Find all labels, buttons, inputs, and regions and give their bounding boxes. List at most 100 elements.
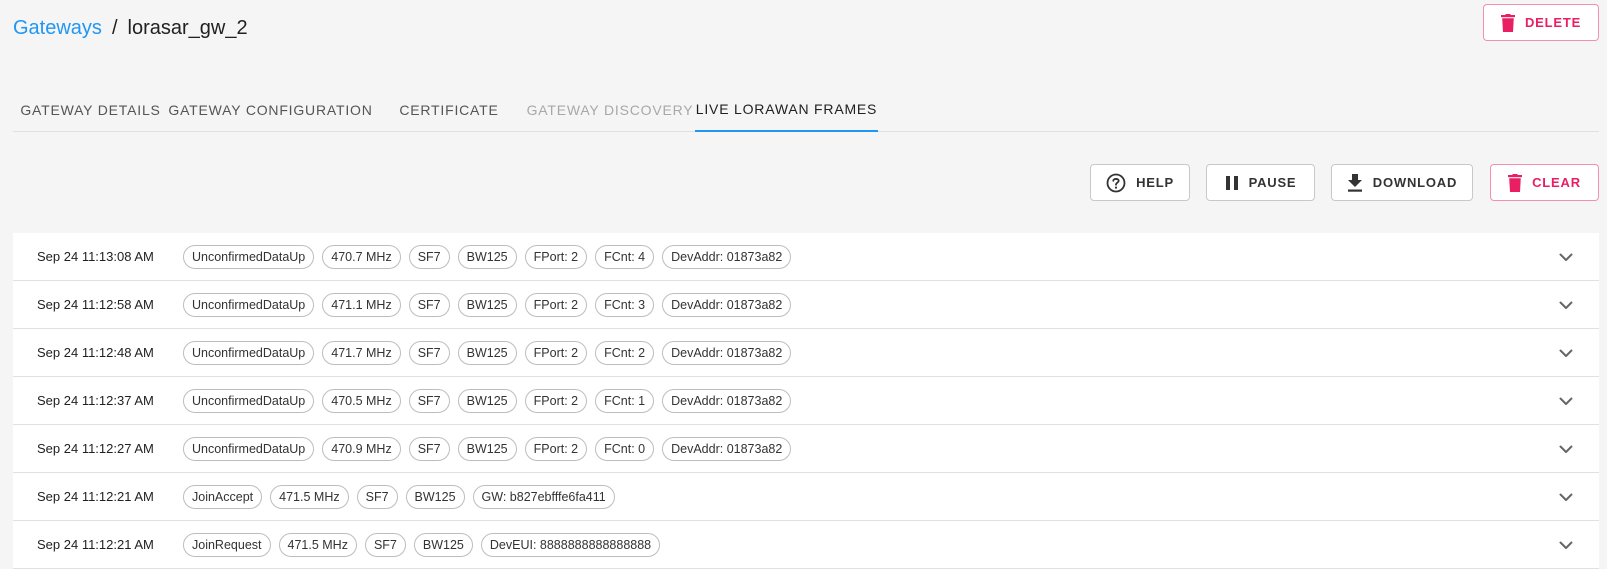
frame-chip: BW125 [405, 484, 465, 509]
delete-button-label: DELETE [1524, 15, 1582, 30]
delete-gateway-button[interactable]: DELETE [1483, 4, 1599, 41]
frame-chip: UnconfirmedDataUp [183, 340, 315, 365]
frame-row[interactable]: Sep 24 11:12:48 AM UnconfirmedDataUp 471.7… [13, 329, 1599, 377]
frames-list: Sep 24 11:13:08 AM UnconfirmedDataUp 470.7… [13, 233, 1599, 569]
frame-row[interactable]: Sep 24 11:12:27 AM UnconfirmedDataUp 470.9… [13, 425, 1599, 473]
chevron-down-icon [1559, 493, 1573, 501]
tab-gateway-discovery: GATEWAY DISCOVERY [525, 88, 695, 132]
frame-chip: SF7 [408, 244, 450, 269]
expand-row-button[interactable] [1555, 486, 1577, 508]
frame-chip: FPort: 2 [524, 340, 588, 365]
frame-chip: UnconfirmedDataUp [183, 292, 315, 317]
frame-chip: SF7 [408, 340, 450, 365]
frame-chip: FCnt: 0 [595, 436, 655, 461]
breadcrumb-separator: / [111, 17, 118, 39]
tab-gateway-details[interactable]: GATEWAY DETAILS [13, 88, 168, 132]
frame-row[interactable]: Sep 24 11:12:21 AM JoinAccept 471.5 MHz SF7… [13, 473, 1599, 521]
frame-chip: 471.5 MHz [270, 484, 349, 509]
page-title: lorasar_gw_2 [127, 17, 248, 39]
frame-row[interactable]: Sep 24 11:12:37 AM UnconfirmedDataUp 470.5… [13, 377, 1599, 425]
tab-label: CERTIFICATE [399, 102, 499, 118]
tab-label: GATEWAY DETAILS [20, 102, 161, 118]
tab-label: GATEWAY DISCOVERY [526, 102, 694, 118]
frame-chip: FPort: 2 [524, 388, 588, 413]
frame-chip: UnconfirmedDataUp [183, 388, 315, 413]
frame-timestamp: Sep 24 11:12:21 AM [37, 489, 154, 504]
frame-timestamp: Sep 24 11:12:58 AM [37, 297, 154, 312]
pause-button-label: PAUSE [1248, 175, 1297, 190]
expand-row-button[interactable] [1555, 294, 1577, 316]
frame-timestamp: Sep 24 11:12:37 AM [37, 393, 154, 408]
frame-chip: SF7 [408, 292, 450, 317]
tab-certificate[interactable]: CERTIFICATE [373, 88, 525, 132]
frame-chip: FCnt: 2 [595, 340, 655, 365]
expand-row-button[interactable] [1555, 342, 1577, 364]
frame-chip: SF7 [408, 388, 450, 413]
frame-chip: 471.5 MHz [278, 532, 357, 557]
frame-chip: FCnt: 1 [595, 388, 655, 413]
trash-icon [1500, 13, 1515, 32]
gateway-live-frames-page: Gateways / lorasar_gw_2 DELETE GATEWAY D… [0, 0, 1607, 569]
clear-button-label: CLEAR [1532, 175, 1581, 190]
trash-icon [1508, 173, 1523, 192]
tab-live-lorawan-frames[interactable]: LIVE LORAWAN FRAMES [695, 88, 878, 132]
frame-chip: DevEUI: 8888888888888888 [480, 532, 661, 557]
frame-chip: SF7 [356, 484, 398, 509]
frame-chip: UnconfirmedDataUp [183, 436, 315, 461]
frame-chip: FPort: 2 [524, 436, 588, 461]
frame-chip: JoinRequest [183, 532, 271, 557]
frame-chip: SF7 [364, 532, 406, 557]
frame-row[interactable]: Sep 24 11:12:58 AM UnconfirmedDataUp 471.1… [13, 281, 1599, 329]
frame-chip: DevAddr: 01873a82 [662, 340, 792, 365]
frame-chips: UnconfirmedDataUp 470.7 MHz SF7 BW125 FPort:… [183, 244, 792, 269]
frame-chip: 470.7 MHz [322, 244, 401, 269]
pause-button[interactable]: PAUSE [1206, 164, 1315, 201]
pause-icon [1225, 175, 1238, 190]
help-button[interactable]: HELP [1090, 164, 1190, 201]
download-button[interactable]: DOWNLOAD [1331, 164, 1473, 201]
frame-chip: BW125 [457, 388, 517, 413]
frame-chip: FPort: 2 [524, 244, 588, 269]
frame-chip: DevAddr: 01873a82 [662, 388, 792, 413]
breadcrumb: Gateways / lorasar_gw_2 [13, 14, 248, 42]
tab-label: GATEWAY CONFIGURATION [168, 102, 373, 118]
download-button-label: DOWNLOAD [1372, 175, 1458, 190]
frame-chip: JoinAccept [183, 484, 263, 509]
frame-chip: BW125 [457, 292, 517, 317]
chevron-down-icon [1559, 349, 1573, 357]
expand-row-button[interactable] [1555, 438, 1577, 460]
frame-chip: 471.7 MHz [322, 340, 401, 365]
gateway-tabs: GATEWAY DETAILS GATEWAY CONFIGURATION CE… [13, 88, 1599, 132]
frame-timestamp: Sep 24 11:13:08 AM [37, 249, 154, 264]
help-button-label: HELP [1136, 175, 1174, 190]
frame-row[interactable]: Sep 24 11:12:21 AM JoinRequest 471.5 MHz SF… [13, 521, 1599, 569]
frame-chip: DevAddr: 01873a82 [662, 436, 792, 461]
frame-chips: UnconfirmedDataUp 470.5 MHz SF7 BW125 FPort:… [183, 388, 792, 413]
download-icon [1347, 173, 1362, 192]
frame-chip: DevAddr: 01873a82 [662, 244, 792, 269]
frame-chips: UnconfirmedDataUp 471.1 MHz SF7 BW125 FPort:… [183, 292, 792, 317]
expand-row-button[interactable] [1555, 534, 1577, 556]
help-circle-icon [1106, 173, 1126, 192]
expand-row-button[interactable] [1555, 246, 1577, 268]
tab-gateway-configuration[interactable]: GATEWAY CONFIGURATION [168, 88, 373, 132]
frame-chip: FCnt: 4 [595, 244, 655, 269]
breadcrumb-gateways-link[interactable]: Gateways [13, 14, 102, 42]
frame-chip: BW125 [457, 436, 517, 461]
frame-chip: FPort: 2 [524, 292, 588, 317]
frame-chip: 470.9 MHz [322, 436, 401, 461]
frame-timestamp: Sep 24 11:12:21 AM [37, 537, 154, 552]
frame-row[interactable]: Sep 24 11:13:08 AM UnconfirmedDataUp 470.7… [13, 233, 1599, 281]
frame-chip: 471.1 MHz [322, 292, 401, 317]
expand-row-button[interactable] [1555, 390, 1577, 412]
frame-timestamp: Sep 24 11:12:27 AM [37, 441, 154, 456]
chevron-down-icon [1559, 541, 1573, 549]
frame-chips: UnconfirmedDataUp 471.7 MHz SF7 BW125 FPort:… [183, 340, 792, 365]
frame-chip: FCnt: 3 [595, 292, 655, 317]
clear-button[interactable]: CLEAR [1490, 164, 1599, 201]
frame-chip: BW125 [457, 340, 517, 365]
frame-timestamp: Sep 24 11:12:48 AM [37, 345, 154, 360]
tab-label: LIVE LORAWAN FRAMES [695, 101, 878, 117]
frame-chip: SF7 [408, 436, 450, 461]
frame-chips: UnconfirmedDataUp 470.9 MHz SF7 BW125 FPort:… [183, 436, 792, 461]
